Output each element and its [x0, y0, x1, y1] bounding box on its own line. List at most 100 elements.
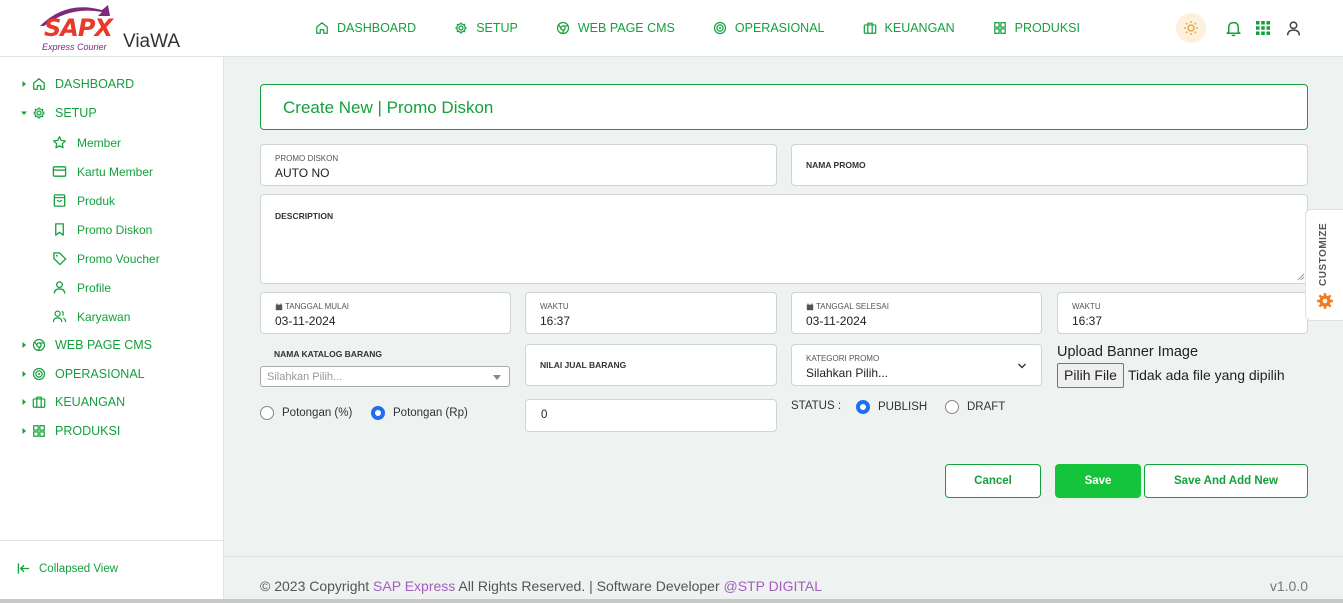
grid-icon [32, 424, 46, 438]
company-link[interactable]: SAP Express [373, 578, 455, 594]
user-icon [52, 280, 67, 295]
sun-icon [1184, 21, 1198, 35]
radio-label: Potongan (Rp) [393, 407, 468, 419]
sidebar-item-produk[interactable]: Produk [52, 193, 115, 208]
no-file-text: Tidak ada file yang dipilih [1128, 367, 1285, 383]
sidebar-item-label: Profile [77, 280, 112, 295]
chrome-icon [32, 338, 46, 352]
caret-right-icon [20, 370, 28, 378]
topnav-produksi[interactable]: PRODUKSI [993, 20, 1080, 36]
sidebar-item-kartu-member[interactable]: Kartu Member [52, 164, 153, 179]
top-nav: DASHBOARD SETUP WEB PAGE CMS OPERASIONAL… [315, 20, 1118, 36]
sidebar-item-promo-diskon[interactable]: Promo Diskon [52, 222, 152, 237]
kategori-promo-select[interactable]: KATEGORI PROMO Silahkan Pilih... [791, 344, 1042, 386]
field-value: Silahkan Pilih... [806, 366, 889, 380]
dropdown-arrow-icon [493, 375, 501, 380]
nilai-jual-field[interactable]: NILAI JUAL BARANG [525, 344, 777, 386]
sidebar: DASHBOARD SETUP Member Kartu Member Prod… [0, 57, 224, 603]
horizontal-scrollbar[interactable] [0, 599, 1343, 603]
sidebar-item-operasional[interactable]: OPERASIONAL [20, 367, 145, 381]
chrome-icon [556, 21, 570, 35]
resize-handle-icon[interactable] [1297, 273, 1305, 281]
tanggal-selesai-field[interactable]: TANGGAL SELESAI 03-11-2024 [791, 292, 1042, 334]
home-icon [32, 77, 46, 91]
user-icon [1285, 20, 1302, 37]
customize-tab[interactable]: CUSTOMIZE [1305, 209, 1343, 321]
status-publish-radio[interactable]: PUBLISH [856, 400, 927, 414]
sidebar-item-label: DASHBOARD [55, 77, 135, 91]
sidebar-item-member[interactable]: Member [52, 135, 121, 150]
potongan-rp-radio[interactable]: Potongan (Rp) [371, 406, 468, 420]
developer-link[interactable]: @STP DIGITAL [724, 578, 823, 594]
sidebar-item-karyawan[interactable]: Karyawan [52, 309, 130, 324]
sidebar-item-produksi[interactable]: PRODUKSI [20, 424, 120, 438]
sidebar-item-web-page-cms[interactable]: WEB PAGE CMS [20, 338, 152, 352]
star-icon [52, 135, 67, 150]
caret-right-icon [20, 398, 28, 406]
radio-circle [945, 400, 959, 414]
nama-promo-field[interactable]: NAMA PROMO [791, 144, 1308, 186]
waktu-mulai-field[interactable]: WAKTU 16:37 [525, 292, 777, 334]
tanggal-mulai-field[interactable]: TANGGAL MULAI 03-11-2024 [260, 292, 511, 334]
description-textarea[interactable]: DESCRIPTION [260, 194, 1308, 284]
topnav-label: OPERASIONAL [734, 21, 825, 35]
sidebar-item-promo-voucher[interactable]: Promo Voucher [52, 251, 160, 266]
notification-button[interactable] [1218, 13, 1248, 43]
cancel-button[interactable]: Cancel [945, 464, 1041, 498]
potongan-percent-radio[interactable]: Potongan (%) [260, 406, 352, 420]
field-value: 16:37 [1072, 314, 1103, 328]
field-value: 03-11-2024 [806, 314, 867, 328]
caret-right-icon [20, 427, 28, 435]
footer-divider [224, 556, 1343, 557]
nama-katalog-label: NAMA KATALOG BARANG [274, 349, 382, 359]
field-value: AUTO NO [275, 166, 330, 180]
select-placeholder: Silahkan Pilih... [267, 371, 343, 383]
sidebar-item-label: Promo Voucher [77, 251, 160, 266]
save-and-add-new-button[interactable]: Save And Add New [1144, 464, 1308, 498]
sidebar-item-label: Kartu Member [77, 164, 154, 179]
nama-katalog-select[interactable]: Silahkan Pilih... [260, 366, 510, 387]
radio-label: DRAFT [967, 401, 1006, 413]
shopping-bag-icon [52, 193, 67, 208]
sidebar-item-label: Promo Diskon [77, 222, 153, 237]
topnav-web-page-cms[interactable]: WEB PAGE CMS [556, 20, 675, 36]
radio-label: PUBLISH [878, 401, 928, 413]
gear-icon [454, 21, 468, 35]
promo-diskon-field[interactable]: PROMO DISKON AUTO NO [260, 144, 777, 186]
sidebar-item-label: KEUANGAN [55, 395, 126, 409]
gear-icon [1317, 293, 1333, 309]
status-draft-radio[interactable]: DRAFT [945, 400, 1005, 414]
topnav-dashboard[interactable]: DASHBOARD [315, 20, 416, 36]
sidebar-item-label: Produk [77, 193, 116, 208]
collapse-view-button[interactable]: Collapsed View [17, 562, 118, 575]
home-icon [315, 21, 329, 35]
briefcase-icon [863, 21, 877, 35]
sidebar-item-setup[interactable]: SETUP [20, 106, 97, 120]
potongan-value-input[interactable]: 0 [525, 399, 777, 432]
page-title-box: Create New | Promo Diskon [260, 84, 1308, 130]
topnav-setup[interactable]: SETUP [454, 20, 518, 36]
sidebar-item-profile[interactable]: Profile [52, 280, 111, 295]
sidebar-item-label: Member [77, 135, 122, 150]
topnav-label: KEUANGAN [884, 21, 955, 35]
sidebar-item-dashboard[interactable]: DASHBOARD [20, 77, 134, 91]
user-menu-button[interactable] [1278, 13, 1308, 43]
radio-circle-selected [371, 406, 385, 420]
topnav-label: DASHBOARD [337, 21, 417, 35]
save-button[interactable]: Save [1055, 464, 1141, 498]
credit-card-icon [52, 164, 67, 179]
field-value: 16:37 [540, 314, 571, 328]
radio-circle-selected [856, 400, 870, 414]
topnav-keuangan[interactable]: KEUANGAN [863, 20, 955, 36]
choose-file-button[interactable]: Pilih File [1057, 363, 1124, 388]
waktu-selesai-field[interactable]: WAKTU 16:37 [1057, 292, 1308, 334]
top-bar: SAPX Express Courier ViaWA DASHBOARD SET… [0, 0, 1343, 57]
field-label: NILAI JUAL BARANG [540, 360, 627, 370]
collapse-view-label: Collapsed View [39, 562, 119, 575]
app-logo[interactable]: SAPX Express Courier ViaWA [36, 2, 186, 54]
sidebar-item-keuangan[interactable]: KEUANGAN [20, 395, 125, 409]
apps-button[interactable] [1248, 13, 1278, 43]
bell-icon [1225, 21, 1241, 36]
theme-toggle-button[interactable] [1176, 13, 1206, 43]
topnav-operasional[interactable]: OPERASIONAL [713, 20, 825, 36]
